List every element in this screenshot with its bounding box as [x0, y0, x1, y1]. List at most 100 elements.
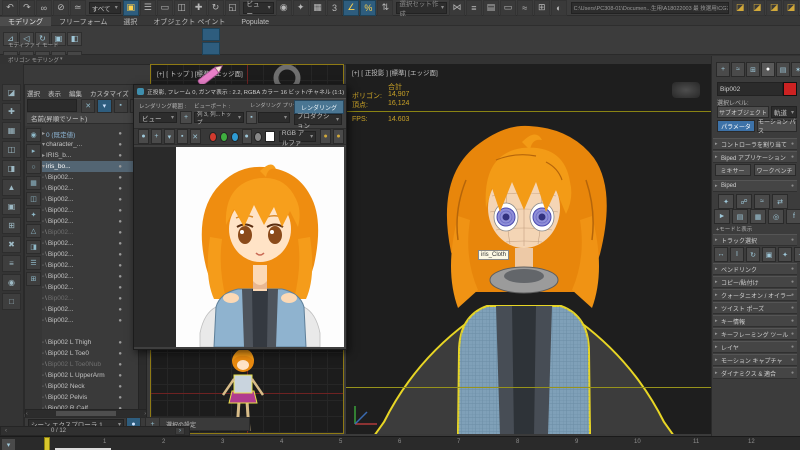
alpha-channel-icon[interactable]: ●: [242, 129, 252, 144]
ribbon-toggle-icon[interactable]: ▭: [500, 0, 516, 16]
convert-icon[interactable]: ◎: [768, 209, 784, 224]
menu-customize[interactable]: カスタマイズ: [90, 88, 129, 98]
scroll-left-icon[interactable]: ‹: [26, 411, 28, 417]
clear-image-icon[interactable]: ✕: [190, 129, 201, 144]
production-dropdown[interactable]: プロダクション▾: [294, 114, 342, 125]
rendered-frame-icon[interactable]: ◪: [749, 0, 765, 16]
dock-icon[interactable]: ◨: [2, 160, 21, 177]
menu-select[interactable]: 選択: [27, 88, 40, 98]
rollout-assign-controller[interactable]: ▸コントローラを割り当て●: [713, 138, 797, 150]
rollout-layers[interactable]: ▸レイヤ●: [713, 341, 797, 353]
spinner-snap-icon[interactable]: ⇅: [377, 0, 393, 16]
angle-snap-icon[interactable]: ∠: [343, 0, 359, 16]
biped-playback-icon[interactable]: ►: [714, 209, 730, 224]
opposite-icon[interactable]: ✧: [794, 247, 800, 262]
edit-region-icon[interactable]: +: [180, 111, 192, 124]
dock-icon[interactable]: ✚: [2, 103, 21, 120]
explorer-sort-header[interactable]: 名前(昇順でソート): [27, 113, 145, 124]
dock-icon[interactable]: ◪: [2, 84, 21, 101]
curve-editor-icon[interactable]: ≈: [517, 0, 533, 16]
bind-spacewarp-icon[interactable]: ≃: [70, 0, 86, 16]
dock-icon[interactable]: ◉: [2, 274, 21, 291]
align-icon[interactable]: ≡: [466, 0, 482, 16]
mono-channel-icon[interactable]: [254, 132, 262, 142]
filter-lights-icon[interactable]: ▦: [26, 176, 41, 190]
body-horizontal-icon[interactable]: ↔: [714, 247, 728, 262]
red-channel-icon[interactable]: [209, 132, 217, 142]
hierarchy-tab-icon[interactable]: ⊞: [746, 62, 760, 77]
schematic-view-icon[interactable]: ⊞: [534, 0, 550, 16]
modes-display-expander[interactable]: +モードと表示: [716, 225, 752, 233]
rollout-copy-paste[interactable]: ▸コピー/貼付け●: [713, 276, 797, 288]
rfw-titlebar[interactable]: 正投影, フレーム 0, ガンマ表示 : 2.2, RGBA カラー 16 ビッ…: [134, 85, 346, 99]
rollout-biped[interactable]: ▸Biped●: [713, 180, 797, 192]
mirror-icon[interactable]: ⋈: [449, 0, 465, 16]
undo-icon[interactable]: ↶: [2, 0, 18, 16]
filter-all-icon[interactable]: ◉: [26, 128, 41, 142]
utilities-tab-icon[interactable]: ✶: [791, 62, 800, 77]
viewcube[interactable]: [672, 82, 700, 98]
rollout-bend-links[interactable]: ▸ベンドリンク●: [713, 263, 797, 275]
redo-icon[interactable]: ↷: [19, 0, 35, 16]
dock-icon[interactable]: □: [2, 293, 21, 310]
filter-bones-icon[interactable]: ⊞: [26, 272, 41, 286]
toggle-button[interactable]: [202, 28, 220, 41]
rollout-key-info[interactable]: ▸キー情報●: [713, 315, 797, 327]
modify-tab-icon[interactable]: ≈: [731, 62, 745, 77]
rollout-track-selection[interactable]: ▸トラック選択●: [713, 234, 797, 246]
filter-shapes-icon[interactable]: ○: [26, 160, 41, 174]
body-vertical-icon[interactable]: I: [730, 247, 744, 262]
scrollbar-thumb[interactable]: [56, 411, 116, 416]
load-file-icon[interactable]: ▤: [732, 209, 748, 224]
blue-channel-icon[interactable]: [231, 132, 239, 142]
rollout-biped-apps[interactable]: ▸Biped アプリケーション●: [713, 151, 797, 163]
clone-window-icon[interactable]: ▾: [164, 129, 175, 144]
area-to-render-dropdown[interactable]: ビュー▾: [139, 112, 177, 123]
selection-filter-dropdown[interactable]: すべて▾: [89, 2, 121, 14]
channel-display-dropdown[interactable]: RGB アルファ▾: [279, 131, 316, 142]
percent-snap-icon[interactable]: %: [360, 0, 376, 16]
rollout-keyframing-tools[interactable]: ▸キーフレーミング ツール●: [713, 328, 797, 340]
use-pivot-icon[interactable]: ◉: [276, 0, 292, 16]
move-all-mode-icon[interactable]: f: [786, 209, 800, 224]
footstep-mode-icon[interactable]: ☍: [736, 194, 752, 209]
object-name-field[interactable]: [717, 82, 783, 96]
viewport-ortho-label[interactable]: [+] [ 正投影 ] [標準] [エッジ面]: [352, 67, 438, 77]
create-tab-icon[interactable]: +: [716, 62, 730, 77]
print-image-icon[interactable]: ▪: [177, 129, 188, 144]
rect-region-icon[interactable]: ▭: [157, 0, 173, 16]
filter-dropdown-icon[interactable]: ▾: [97, 99, 111, 113]
render-iterative-icon[interactable]: ◪: [783, 0, 799, 16]
rollout-twist-poses[interactable]: ▸ツイスト ポーズ●: [713, 302, 797, 314]
select-object-icon[interactable]: ▣: [123, 0, 139, 16]
render-production-icon[interactable]: ◪: [766, 0, 782, 16]
filter-geometry-icon[interactable]: ▸: [26, 144, 41, 158]
green-channel-icon[interactable]: [220, 132, 228, 142]
scroll-left-icon[interactable]: ‹: [5, 428, 7, 434]
render-preset-dropdown[interactable]: ▾: [258, 112, 290, 123]
mini-curve-editor-icon[interactable]: ▾: [1, 438, 16, 450]
motion-tab-icon[interactable]: ●: [761, 62, 775, 77]
ref-coord-dropdown[interactable]: ビュー▾: [243, 2, 273, 14]
filter-spacewarps-icon[interactable]: △: [26, 224, 41, 238]
select-link-icon[interactable]: ∞: [36, 0, 52, 16]
object-color-swatch[interactable]: [783, 82, 797, 96]
layer-copy-icon[interactable]: ●: [333, 129, 344, 144]
select-rotate-icon[interactable]: ↻: [208, 0, 224, 16]
lock-com-icon[interactable]: ▣: [762, 247, 776, 262]
crossing-region-icon[interactable]: ◫: [174, 0, 190, 16]
snap-toggle-icon[interactable]: 3: [327, 0, 343, 16]
parameters-button[interactable]: パラメータ: [717, 120, 755, 132]
toggle-button[interactable]: [202, 42, 220, 55]
filter-xrefs-icon[interactable]: ☰: [26, 256, 41, 270]
material-editor-icon[interactable]: ◐: [551, 0, 567, 16]
unlink-icon[interactable]: ⊘: [53, 0, 69, 16]
body-rotation-icon[interactable]: ↻: [746, 247, 760, 262]
symmetrical-icon[interactable]: ✦: [778, 247, 792, 262]
scroll-right-icon[interactable]: ›: [144, 411, 146, 417]
workbench-button[interactable]: ワークベンチ: [754, 164, 796, 176]
dock-icon[interactable]: ✖: [2, 236, 21, 253]
lock-icon[interactable]: ▪: [114, 99, 128, 113]
search-input[interactable]: [27, 99, 77, 112]
mixer-button[interactable]: ミキサー: [715, 164, 751, 176]
